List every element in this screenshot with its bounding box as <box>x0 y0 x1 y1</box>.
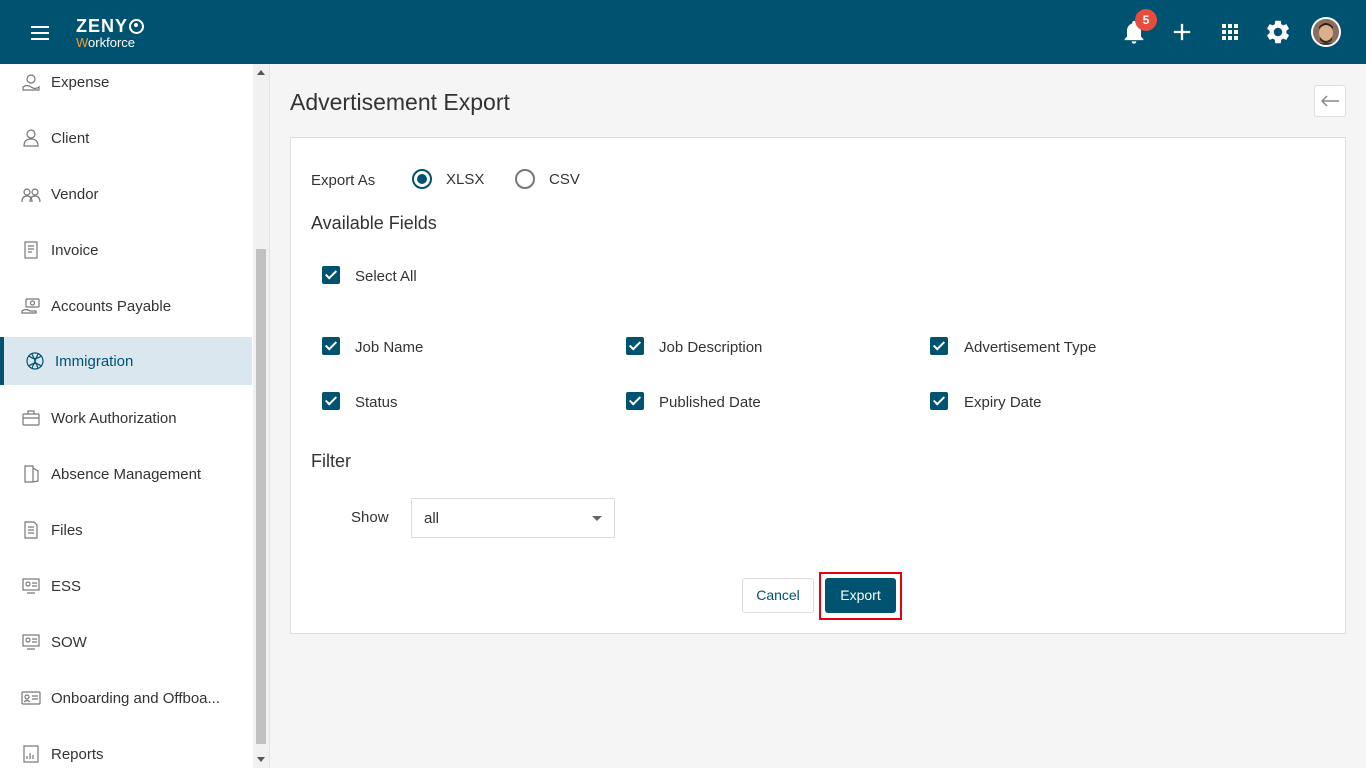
field-label-status[interactable]: Status <box>355 394 398 411</box>
sidebar-item-label: Expense <box>51 73 110 91</box>
sidebar-item-label: Accounts Payable <box>51 297 172 315</box>
logo-subtext: orkforce <box>88 35 136 50</box>
invoice-icon <box>20 239 42 261</box>
gear-icon[interactable] <box>1264 18 1292 46</box>
expense-icon <box>20 71 42 93</box>
notification-badge[interactable]: 5 <box>1135 9 1157 31</box>
sidebar-item-client[interactable]: Client <box>0 114 252 162</box>
scroll-down-arrow-icon[interactable] <box>257 757 265 762</box>
field-label-job-name[interactable]: Job Name <box>355 339 423 356</box>
exit-door-icon <box>20 463 42 485</box>
sidebar-item-label: SOW <box>51 633 87 651</box>
report-icon <box>20 743 42 765</box>
show-select[interactable]: all <box>411 498 615 538</box>
id-card-icon <box>20 687 42 709</box>
checkbox-job-name[interactable] <box>322 337 340 355</box>
sidebar-item-reports[interactable]: Reports <box>0 730 252 768</box>
sidebar-item-immigration[interactable]: Immigration <box>0 337 252 385</box>
apps-grid-icon[interactable] <box>1216 18 1244 46</box>
checkbox-job-description[interactable] <box>626 337 644 355</box>
checkbox-select-all[interactable] <box>322 266 340 284</box>
menu-icon[interactable] <box>29 24 51 40</box>
person-icon <box>20 127 42 149</box>
sidebar-item-expense[interactable]: Expense <box>0 64 252 106</box>
sidebar-item-accounts-payable[interactable]: Accounts Payable <box>0 282 252 330</box>
sidebar-item-label: Immigration <box>55 352 134 370</box>
sidebar-item-onboarding[interactable]: Onboarding and Offboa... <box>0 674 252 722</box>
sidebar: Expense Client Vendor Invoice Accounts P… <box>0 64 270 768</box>
sidebar-item-work-authorization[interactable]: Work Authorization <box>0 394 252 442</box>
select-all-label[interactable]: Select All <box>355 268 417 285</box>
file-icon <box>20 519 42 541</box>
sidebar-item-files[interactable]: Files <box>0 506 252 554</box>
logo-accent: W <box>76 35 89 50</box>
field-label-published-date[interactable]: Published Date <box>659 394 761 411</box>
sidebar-item-vendor[interactable]: Vendor <box>0 170 252 218</box>
sidebar-item-ess[interactable]: ESS <box>0 562 252 610</box>
field-label-advertisement-type[interactable]: Advertisement Type <box>964 339 1096 356</box>
accounts-payable-icon <box>20 295 42 317</box>
logo-o-icon <box>129 18 145 34</box>
back-button[interactable] <box>1314 85 1346 117</box>
radio-csv-label[interactable]: CSV <box>549 171 580 188</box>
scroll-up-arrow-icon[interactable] <box>257 70 265 75</box>
plus-icon[interactable] <box>1168 18 1196 46</box>
field-label-job-description[interactable]: Job Description <box>659 339 762 356</box>
export-as-label: Export As <box>311 172 376 189</box>
sidebar-item-label: Client <box>51 129 90 147</box>
chevron-down-icon <box>592 516 602 521</box>
logo-text: ZENY <box>76 16 129 36</box>
export-button[interactable]: Export <box>825 578 896 613</box>
scroll-thumb[interactable] <box>256 249 266 744</box>
filter-title: Filter <box>311 451 351 471</box>
sidebar-item-invoice[interactable]: Invoice <box>0 226 252 274</box>
sidebar-item-label: Vendor <box>51 185 99 203</box>
checkbox-status[interactable] <box>322 392 340 410</box>
radio-csv[interactable] <box>515 169 535 189</box>
sidebar-item-label: Absence Management <box>51 465 202 483</box>
sidebar-item-label: Invoice <box>51 241 99 259</box>
page-title: Advertisement Export <box>290 89 510 115</box>
checkbox-advertisement-type[interactable] <box>930 337 948 355</box>
sow-icon <box>20 631 42 653</box>
vendor-icon <box>20 183 42 205</box>
logo[interactable]: ZENY Workforce <box>76 16 145 50</box>
show-label: Show <box>351 509 389 526</box>
avatar[interactable] <box>1311 17 1341 47</box>
checkbox-published-date[interactable] <box>626 392 644 410</box>
sidebar-item-sow[interactable]: SOW <box>0 618 252 666</box>
radio-xlsx-label[interactable]: XLSX <box>446 171 484 188</box>
briefcase-icon <box>20 407 42 429</box>
sidebar-item-label: Work Authorization <box>51 409 177 427</box>
top-bar: ZENY Workforce 5 <box>0 0 1366 64</box>
sidebar-item-absence-management[interactable]: Absence Management <box>0 450 252 498</box>
sidebar-item-label: Files <box>51 521 83 539</box>
show-select-value: all <box>424 510 440 527</box>
field-label-expiry-date[interactable]: Expiry Date <box>964 394 1042 411</box>
ess-icon <box>20 575 42 597</box>
arrow-left-icon <box>1320 95 1339 107</box>
globe-icon <box>24 350 46 372</box>
sidebar-item-label: Reports <box>51 745 104 763</box>
checkbox-expiry-date[interactable] <box>930 392 948 410</box>
sidebar-scrollbar[interactable] <box>253 64 269 768</box>
cancel-button[interactable]: Cancel <box>742 578 814 613</box>
available-fields-title: Available Fields <box>311 213 437 233</box>
export-form-card: Export As XLSX CSV Available Fields Sele… <box>290 137 1346 634</box>
radio-xlsx[interactable] <box>412 169 432 189</box>
sidebar-item-label: Onboarding and Offboa... <box>51 689 221 707</box>
sidebar-item-label: ESS <box>51 577 82 595</box>
